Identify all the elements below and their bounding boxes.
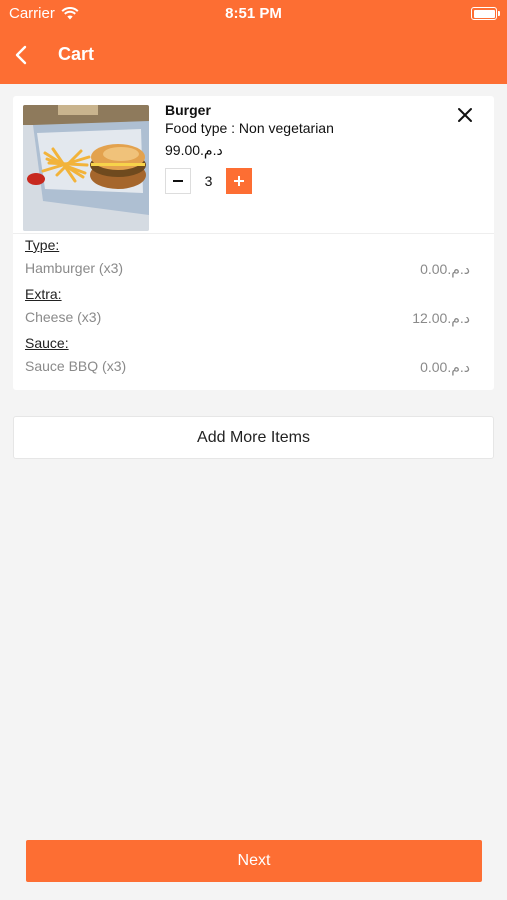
status-bar: Carrier 8:51 PM	[0, 4, 507, 24]
option-heading-sauce: Sauce:	[25, 335, 69, 351]
option-price-extra: د.م.12.00	[412, 310, 470, 326]
option-price-type: د.م.0.00	[420, 261, 470, 277]
cart-item-card: Burger Food type : Non vegetarian د.م.99…	[13, 96, 494, 390]
status-time: 8:51 PM	[225, 5, 282, 22]
option-name-sauce: Sauce BBQ (x3)	[25, 358, 127, 374]
battery-icon	[471, 7, 500, 20]
item-food-type: Food type : Non vegetarian	[165, 120, 334, 136]
close-icon	[458, 108, 472, 122]
card-divider	[13, 233, 494, 234]
header-bar: Carrier 8:51 PM Cart	[0, 0, 507, 84]
quantity-stepper: 3	[165, 167, 252, 194]
next-button[interactable]: Next	[26, 840, 482, 882]
add-more-items-button[interactable]: Add More Items	[13, 416, 494, 459]
nav-bar: Cart	[0, 40, 507, 70]
decrease-quantity-button[interactable]	[165, 167, 191, 194]
burger-photo-icon	[23, 105, 149, 231]
quantity-value: 3	[204, 172, 213, 189]
chevron-left-icon	[15, 45, 27, 65]
plus-icon	[234, 175, 244, 186]
increase-quantity-button[interactable]	[226, 167, 252, 194]
option-price-sauce: د.م.0.00	[420, 359, 470, 375]
page-title: Cart	[58, 44, 95, 64]
option-name-type: Hamburger (x3)	[25, 260, 124, 276]
minus-icon	[173, 179, 183, 182]
option-heading-extra: Extra:	[25, 286, 62, 302]
item-price: د.م.99.00	[165, 142, 223, 158]
option-heading-type: Type:	[25, 237, 60, 253]
item-name: Burger	[165, 102, 211, 118]
option-name-extra: Cheese (x3)	[25, 309, 102, 325]
remove-item-button[interactable]	[454, 104, 476, 126]
back-button[interactable]	[8, 40, 34, 70]
item-image[interactable]	[23, 105, 149, 231]
